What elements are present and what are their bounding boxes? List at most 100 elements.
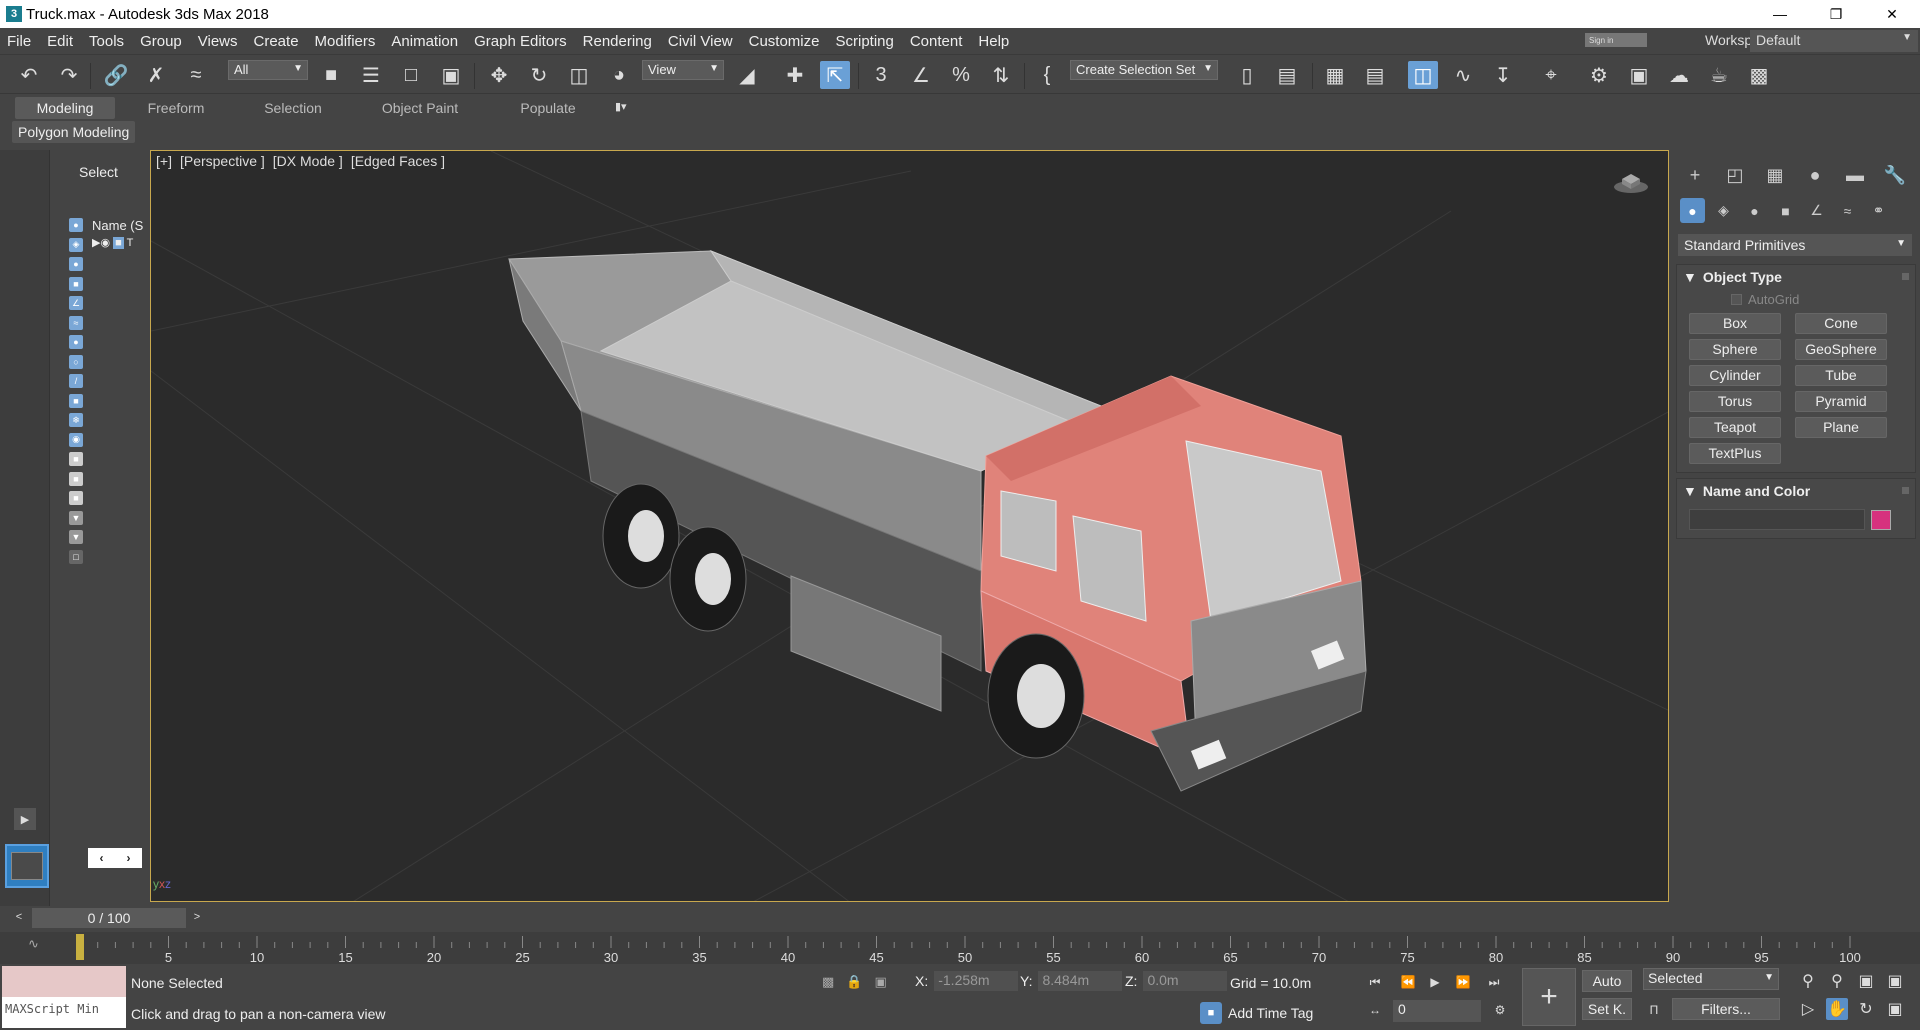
curve-editor-icon[interactable]: ∿ bbox=[1448, 61, 1478, 89]
isolate-icon[interactable]: ▩ bbox=[822, 974, 834, 990]
menu-create[interactable]: Create bbox=[246, 33, 307, 50]
subtab-polygon-modeling[interactable]: Polygon Modeling bbox=[12, 121, 136, 143]
cylinder-button[interactable]: Cylinder bbox=[1689, 365, 1781, 386]
menu-civil-view[interactable]: Civil View bbox=[660, 33, 741, 50]
tab-modeling[interactable]: Modeling bbox=[15, 97, 115, 119]
shapes-icon[interactable]: ◈ bbox=[1711, 198, 1736, 223]
invert-display-icon[interactable]: ■ bbox=[69, 491, 83, 505]
cameras-icon[interactable]: ■ bbox=[1773, 198, 1798, 223]
textplus-button[interactable]: TextPlus bbox=[1689, 443, 1781, 464]
named-selection-set-dropdown[interactable]: Create Selection Set ▼ bbox=[1070, 60, 1218, 80]
rollout-pin-icon[interactable] bbox=[1902, 273, 1909, 280]
add-time-tag[interactable]: ■ Add Time Tag bbox=[1200, 1002, 1313, 1024]
redo-icon[interactable]: ↷ bbox=[54, 61, 84, 89]
percent-snap-icon[interactable]: % bbox=[946, 61, 976, 89]
z-field[interactable]: 0.0m bbox=[1143, 971, 1228, 991]
name-column-header[interactable]: Name (S bbox=[92, 218, 143, 233]
current-frame-field[interactable]: 0 bbox=[1393, 1000, 1481, 1022]
create-tab-icon[interactable]: + bbox=[1680, 162, 1710, 188]
schematic-view-icon[interactable]: ⌖ bbox=[1536, 61, 1566, 89]
bind-space-warp-icon[interactable]: ≈ bbox=[181, 61, 211, 89]
display-frozen-icon[interactable]: ❄ bbox=[69, 413, 83, 427]
rectangular-selection-icon[interactable]: □ bbox=[396, 61, 426, 89]
modify-tab-icon[interactable]: ◰ bbox=[1720, 162, 1750, 188]
go-to-start-icon[interactable]: ⏮ bbox=[1362, 972, 1388, 992]
minimize-icon[interactable]: — bbox=[1752, 0, 1808, 28]
time-configuration-icon[interactable]: ⚙ bbox=[1487, 1000, 1513, 1020]
restore-icon[interactable]: ❐ bbox=[1808, 0, 1864, 28]
play-icon[interactable]: ▶ bbox=[1422, 972, 1448, 992]
explorer-header[interactable]: Select bbox=[66, 164, 146, 180]
menu-content[interactable]: Content bbox=[902, 33, 971, 50]
default-tangent-icon[interactable]: Π bbox=[1641, 1000, 1667, 1020]
viewport-plus-menu[interactable]: [+] bbox=[154, 153, 174, 169]
menu-views[interactable]: Views bbox=[190, 33, 246, 50]
viewport-pov-menu[interactable]: [Perspective ] bbox=[178, 153, 267, 169]
rotate-icon[interactable]: ↻ bbox=[524, 61, 554, 89]
menu-animation[interactable]: Animation bbox=[383, 33, 466, 50]
systems-icon[interactable]: ⚭ bbox=[1866, 198, 1891, 223]
render-production-icon[interactable]: ☕ bbox=[1704, 61, 1734, 89]
space-warps-icon[interactable]: ≈ bbox=[1835, 198, 1860, 223]
zoom-extents-all-icon[interactable]: ▣ bbox=[1884, 970, 1906, 992]
move-icon[interactable]: ✥ bbox=[484, 61, 514, 89]
menu-customize[interactable]: Customize bbox=[741, 33, 828, 50]
select-manipulate-icon[interactable]: ✚ bbox=[780, 61, 810, 89]
teapot-button[interactable]: Teapot bbox=[1689, 417, 1781, 438]
previous-key-icon[interactable]: ⏪ bbox=[1395, 972, 1421, 992]
display-helpers-icon[interactable]: ∠ bbox=[69, 296, 83, 310]
box-button[interactable]: Box bbox=[1689, 313, 1781, 334]
set-key-button[interactable]: Set K. bbox=[1582, 998, 1632, 1020]
set-key-icon[interactable]: + bbox=[1522, 968, 1576, 1026]
track-bar[interactable]: ∿ 5 10 15 20 25 30 35 40 45 50 55 60 65 70 75 80 85 90 95 1… bbox=[0, 932, 1920, 964]
geometry-icon[interactable]: ● bbox=[1680, 198, 1705, 223]
selection-filter-dropdown[interactable]: All ▼ bbox=[228, 60, 308, 80]
object-name-field[interactable] bbox=[1689, 509, 1865, 530]
viewport-mode-menu[interactable]: [DX Mode ] bbox=[271, 153, 345, 169]
object-type-header[interactable]: ▼ Object Type bbox=[1677, 265, 1915, 289]
pan-view-icon[interactable]: ✋ bbox=[1826, 998, 1848, 1020]
sort-icon[interactable]: ▼ bbox=[69, 510, 83, 525]
cone-button[interactable]: Cone bbox=[1795, 313, 1887, 334]
align-icon[interactable]: ▤ bbox=[1272, 61, 1302, 89]
render-setup-icon[interactable]: ▣ bbox=[1624, 61, 1654, 89]
render-in-cloud-icon[interactable]: ▩ bbox=[1744, 61, 1774, 89]
maximize-viewport-icon[interactable]: ▣ bbox=[1884, 998, 1906, 1020]
scene-explorer-icon[interactable]: ▦ bbox=[1320, 61, 1350, 89]
signin-button[interactable]: Sign in bbox=[1585, 33, 1647, 47]
menu-tools[interactable]: Tools bbox=[81, 33, 132, 50]
ribbon-options-icon[interactable]: ▮▾ bbox=[615, 100, 627, 113]
viewport-perspective[interactable]: [+] [Perspective ] [DX Mode ] [Edged Fac… bbox=[150, 150, 1669, 902]
previous-frame-icon[interactable]: < bbox=[10, 908, 28, 926]
viewcube-icon[interactable] bbox=[1612, 165, 1650, 195]
menu-modifiers[interactable]: Modifiers bbox=[307, 33, 384, 50]
menu-group[interactable]: Group bbox=[132, 33, 190, 50]
zoom-all-icon[interactable]: ⚲ bbox=[1826, 970, 1848, 992]
field-of-view-icon[interactable]: ▷ bbox=[1797, 998, 1819, 1020]
window-crossing-icon[interactable]: ▣ bbox=[436, 61, 466, 89]
lock-selection-icon[interactable]: 🔒 bbox=[846, 974, 862, 990]
display-lights-icon[interactable]: ● bbox=[69, 257, 83, 271]
menu-rendering[interactable]: Rendering bbox=[575, 33, 660, 50]
explorer-row[interactable]: ▶◉ ■ T bbox=[92, 236, 133, 249]
scale-icon[interactable]: ◫ bbox=[564, 61, 594, 89]
next-frame-icon[interactable]: > bbox=[188, 908, 206, 926]
display-spacewarps-icon[interactable]: ≈ bbox=[69, 315, 83, 330]
chevron-left-icon[interactable]: ‹ bbox=[100, 851, 104, 865]
rendered-frame-window-icon[interactable]: ☁ bbox=[1664, 61, 1694, 89]
current-frame-marker[interactable] bbox=[76, 934, 84, 960]
pyramid-button[interactable]: Pyramid bbox=[1795, 391, 1887, 412]
place-icon[interactable]: ◕ bbox=[604, 61, 634, 89]
mirror-icon[interactable]: ▯ bbox=[1232, 61, 1262, 89]
time-slider-thumb[interactable]: 0 / 100 bbox=[32, 908, 186, 928]
menu-edit[interactable]: Edit bbox=[39, 33, 81, 50]
select-by-name-icon[interactable]: ☰ bbox=[356, 61, 386, 89]
viewport-layout-tab[interactable] bbox=[5, 844, 49, 888]
motion-tab-icon[interactable]: ● bbox=[1800, 162, 1830, 188]
display-geometry-icon[interactable]: ● bbox=[69, 218, 83, 232]
zoom-icon[interactable]: ⚲ bbox=[1797, 970, 1819, 992]
hierarchy-tab-icon[interactable]: ▦ bbox=[1760, 162, 1790, 188]
sphere-button[interactable]: Sphere bbox=[1689, 339, 1781, 360]
torus-button[interactable]: Torus bbox=[1689, 391, 1781, 412]
maxscript-output[interactable] bbox=[2, 966, 126, 997]
